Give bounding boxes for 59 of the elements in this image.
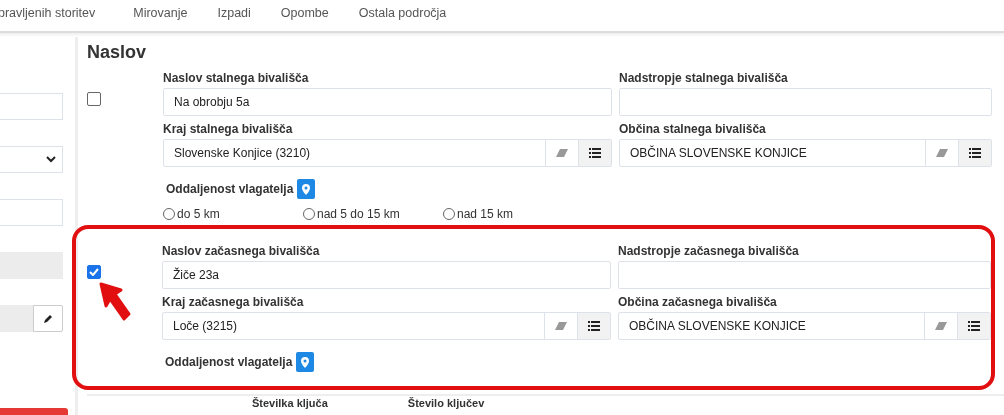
lookup-field[interactable]: Slovenske Konjice (3210): [163, 139, 612, 167]
eraser-icon: [935, 322, 947, 330]
text-field[interactable]: [619, 88, 992, 116]
field-value: Žiče 23a: [172, 268, 221, 282]
field-value: OBČINA SLOVENSKE KONJICE: [628, 319, 807, 333]
text-field[interactable]: [618, 261, 991, 289]
radio-option[interactable]: nad 5 do 15 km: [303, 205, 443, 223]
text-field[interactable]: Na obrobju 5a: [163, 88, 612, 116]
tab[interactable]: Ostala področja: [358, 4, 447, 21]
lookup-field[interactable]: Loče (3215): [162, 312, 611, 340]
field-value: Slovenske Konjice (3210): [173, 146, 312, 160]
checkbox[interactable]: [87, 92, 101, 106]
tab[interactable]: Opombe: [280, 4, 329, 21]
list-icon: [589, 148, 601, 158]
list-icon: [968, 321, 980, 331]
select-field[interactable]: [0, 146, 63, 173]
radio-option[interactable]: do 5 km: [163, 205, 303, 223]
field-label: Naslov začasnega bivališča: [162, 244, 321, 258]
input-field[interactable]: [0, 199, 63, 226]
list-button[interactable]: [957, 313, 990, 339]
field-label: Naslov stalnega bivališča: [163, 71, 310, 85]
checkbox[interactable]: [87, 265, 101, 279]
lookup-field[interactable]: OBČINA SLOVENSKE KONJICE: [619, 139, 992, 167]
list-button[interactable]: [958, 140, 991, 166]
column-header: Število ključev: [407, 397, 485, 410]
eraser-icon: [556, 149, 568, 157]
field-label: Oddaljenost vlagatelja: [165, 355, 293, 369]
field-label: Občina stalnega bivališča: [619, 122, 767, 136]
field-value: Na obrobju 5a: [173, 95, 251, 109]
field-label: Občina začasnega bivališča: [618, 295, 778, 309]
readonly-field: [0, 305, 33, 332]
map-pin-icon: [302, 183, 311, 195]
pencil-icon: [43, 313, 53, 324]
tab[interactable]: Mirovanje: [133, 4, 188, 21]
column-header: Številka ključa: [252, 397, 328, 410]
list-button[interactable]: [578, 140, 611, 166]
text-field[interactable]: Žiče 23a: [162, 261, 611, 289]
field-value: Loče (3215): [172, 319, 239, 333]
tab[interactable]: Izpadi: [217, 4, 251, 21]
eraser-icon: [936, 149, 948, 157]
field-label: Kraj stalnega bivališča: [163, 122, 294, 136]
field-label: Nadstropje začasnega bivališča: [618, 244, 800, 258]
map-pin-icon: [301, 356, 310, 368]
map-pin-button[interactable]: [296, 352, 315, 372]
field-label: Kraj začasnega bivališča: [162, 295, 305, 309]
lookup-field[interactable]: OBČINA SLOVENSKE KONJICE: [618, 312, 991, 340]
field-value: OBČINA SLOVENSKE KONJICE: [629, 146, 808, 160]
edit-button[interactable]: [33, 305, 63, 332]
input-field[interactable]: [0, 93, 63, 120]
map-pin-button[interactable]: [297, 179, 316, 199]
list-button[interactable]: [577, 313, 610, 339]
section-title: Naslov: [87, 42, 148, 63]
field-label: Oddaljenost vlagatelja: [166, 182, 294, 196]
chevron-down-icon: [46, 156, 56, 163]
list-icon: [969, 148, 981, 158]
eraser-icon: [555, 322, 567, 330]
field-label: Nadstropje stalnega bivališča: [619, 71, 789, 85]
list-icon: [588, 321, 600, 331]
radio-option[interactable]: nad 15 km: [443, 205, 583, 223]
